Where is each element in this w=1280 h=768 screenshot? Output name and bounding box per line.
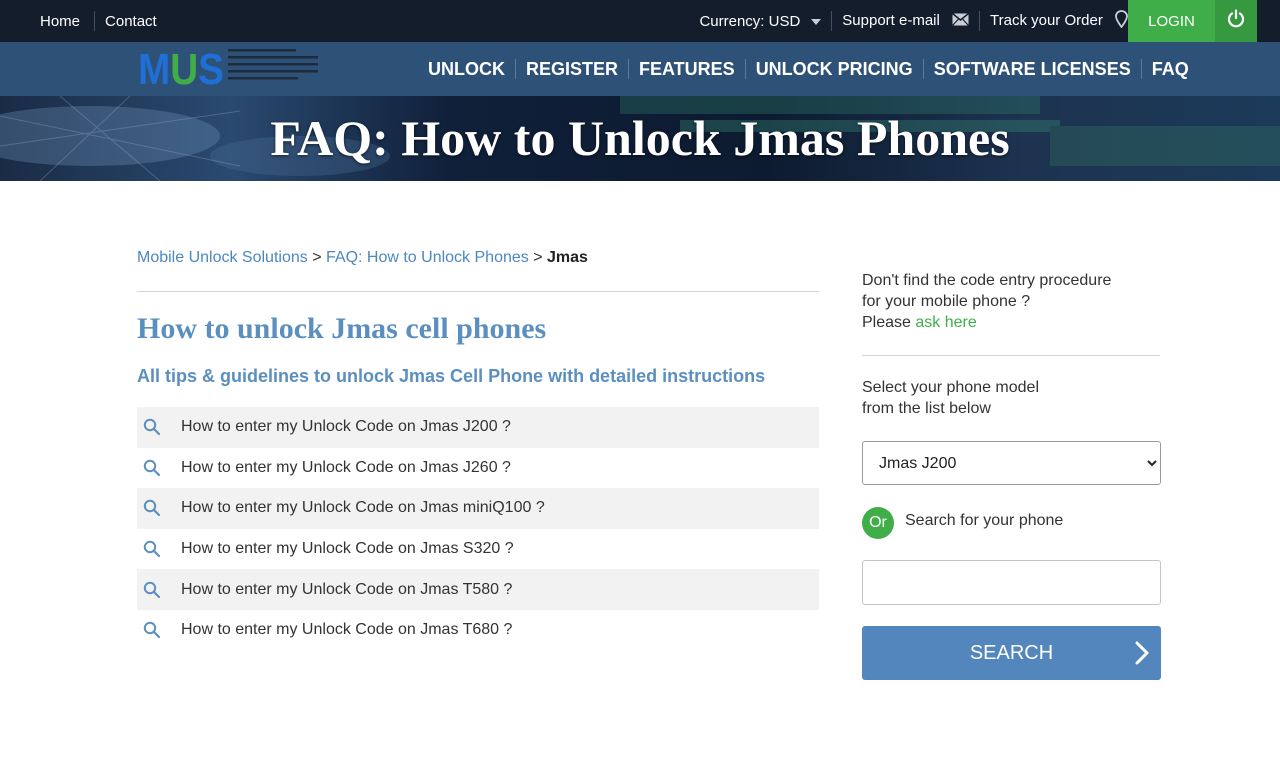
search-prompt: Search for your phone (905, 512, 1064, 529)
note-line: for your mobile phone ? (862, 293, 1031, 310)
site-logo[interactable]: MUS (138, 44, 320, 94)
search-icon (143, 621, 173, 639)
breadcrumb-separator: > (533, 249, 543, 266)
missing-phone-note: Don't find the code entry procedure for … (862, 270, 1111, 333)
faq-item[interactable]: How to enter my Unlock Code on Jmas mini… (137, 488, 819, 529)
phone-search-input[interactable] (862, 560, 1161, 605)
contact-link[interactable]: Contact (105, 13, 157, 30)
breadcrumb-separator: > (312, 249, 322, 266)
divider (94, 11, 96, 31)
faq-item[interactable]: How to enter my Unlock Code on Jmas T580… (137, 569, 819, 610)
support-email-link[interactable]: Support e-mail (842, 12, 969, 30)
faq-item-label: How to enter my Unlock Code on Jmas T680… (181, 621, 513, 639)
currency-label: Currency: USD (699, 12, 801, 30)
search-icon (143, 581, 173, 599)
chevron-right-icon (1135, 641, 1149, 671)
login-button[interactable]: LOGIN (1128, 0, 1215, 42)
top-bar: Home Contact Currency: USD Support e-mai… (0, 0, 1280, 42)
note-line: Don't find the code entry procedure (862, 272, 1112, 289)
divider (979, 11, 981, 31)
instruction-line: Select your phone model (862, 379, 1039, 396)
hero-banner: FAQ: How to Unlock Jmas Phones (0, 96, 1280, 181)
search-button[interactable]: SEARCH (862, 626, 1161, 680)
divider (862, 355, 1160, 356)
currency-selector[interactable]: Currency: USD (699, 12, 822, 30)
search-icon (143, 459, 173, 477)
power-button[interactable] (1215, 0, 1257, 42)
faq-item[interactable]: How to enter my Unlock Code on Jmas S320… (137, 529, 819, 570)
breadcrumb-current: Jmas (547, 249, 588, 266)
note-line: Please ask here (862, 312, 1111, 333)
main-navbar: MUS UNLOCK REGISTER FEATURES UNLOCK PRIC… (0, 42, 1280, 96)
faq-item-label: How to enter my Unlock Code on Jmas S320… (181, 540, 514, 558)
page-title: How to unlock Jmas cell phones (137, 312, 547, 345)
faq-list: How to enter my Unlock Code on Jmas J200… (137, 407, 819, 651)
top-bar-left-links: Home Contact (40, 0, 157, 42)
faq-item-label: How to enter my Unlock Code on Jmas T580… (181, 580, 513, 598)
svg-text:MUS: MUS (138, 45, 224, 88)
search-icon (143, 418, 173, 436)
nav-software-licenses[interactable]: SOFTWARE LICENSES (924, 59, 1141, 80)
nav-unlock-pricing[interactable]: UNLOCK PRICING (746, 59, 923, 80)
search-button-label: SEARCH (969, 641, 1054, 664)
faq-item[interactable]: How to enter my Unlock Code on Jmas J260… (137, 448, 819, 489)
envelope-icon (952, 12, 969, 30)
nav-features[interactable]: FEATURES (629, 59, 745, 80)
divider (831, 11, 833, 31)
page-subtitle: All tips & guidelines to unlock Jmas Cel… (137, 366, 766, 386)
track-order-label: Track your Order (990, 11, 1103, 29)
faq-item-label: How to enter my Unlock Code on Jmas J200… (181, 418, 511, 436)
banner-title: FAQ: How to Unlock Jmas Phones (270, 110, 1010, 166)
select-model-instructions: Select your phone model from the list be… (862, 377, 1039, 419)
faq-item-label: How to enter my Unlock Code on Jmas mini… (181, 499, 545, 517)
note-please: Please (862, 314, 911, 331)
instruction-line: from the list below (862, 400, 991, 417)
search-icon (143, 540, 173, 558)
search-icon (143, 499, 173, 517)
map-pin-icon (1115, 10, 1128, 32)
support-email-label: Support e-mail (842, 12, 940, 30)
caret-down-icon (811, 18, 822, 25)
divider (137, 291, 819, 292)
top-bar-right-links: Currency: USD Support e-mail Track your … (699, 0, 1128, 42)
home-link[interactable]: Home (40, 13, 80, 30)
faq-item-label: How to enter my Unlock Code on Jmas J260… (181, 458, 511, 476)
faq-item[interactable]: How to enter my Unlock Code on Jmas J200… (137, 407, 819, 448)
breadcrumb: Mobile Unlock Solutions > FAQ: How to Un… (137, 249, 588, 267)
faq-item[interactable]: How to enter my Unlock Code on Jmas T680… (137, 610, 819, 651)
nav-unlock[interactable]: UNLOCK (418, 59, 515, 80)
power-icon (1226, 9, 1246, 33)
nav-faq[interactable]: FAQ (1142, 59, 1199, 80)
nav-register[interactable]: REGISTER (516, 59, 628, 80)
ask-here-link[interactable]: ask here (915, 314, 976, 331)
primary-nav: UNLOCK REGISTER FEATURES UNLOCK PRICING … (418, 42, 1199, 96)
breadcrumb-parent-link[interactable]: FAQ: How to Unlock Phones (326, 249, 529, 266)
breadcrumb-root-link[interactable]: Mobile Unlock Solutions (137, 249, 308, 266)
track-order-link[interactable]: Track your Order (990, 10, 1128, 32)
phone-model-select[interactable]: Jmas J200 (862, 441, 1161, 485)
or-badge: Or (862, 507, 894, 539)
